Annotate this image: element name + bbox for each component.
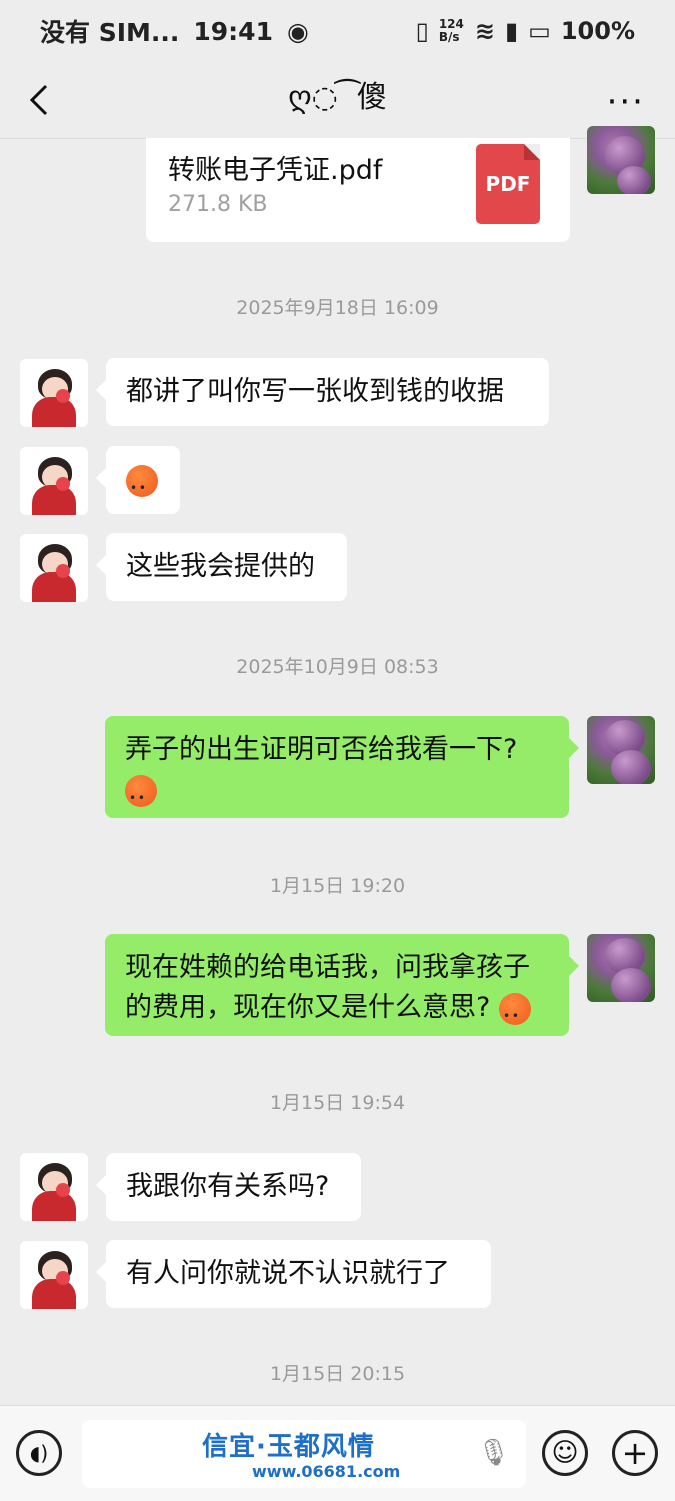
carrier-label: 没有 SIM... [40, 18, 180, 47]
microphone-icon[interactable]: 🎙 [477, 1438, 510, 1468]
incoming-message[interactable] [96, 446, 180, 514]
message-text: 弄子的出生证明可否给我看一下? [125, 734, 518, 765]
message-text: 这些我会提供的 [126, 551, 315, 582]
eye-icon: ◉ [286, 16, 309, 46]
message-timestamp: 2025年10月9日 08:53 [236, 656, 439, 678]
file-message-card[interactable]: 转账电子凭证.pdf 271.8 KB PDF [146, 138, 570, 242]
sweat-angry-emoji-icon [126, 464, 158, 508]
contact-avatar[interactable] [20, 1153, 88, 1221]
voice-input-icon[interactable]: ◖) [16, 1430, 62, 1476]
message-timestamp: 2025年9月18日 16:09 [236, 297, 439, 319]
my-avatar[interactable] [587, 934, 655, 1002]
chat-title: ღ◌ ͡ 傻 [288, 80, 387, 115]
status-bar: 没有 SIM... 19:41 ◉ ▯ 124 B/s ≋ ▮ ▭ 100% [0, 0, 675, 62]
incoming-message[interactable]: 有人问你就说不认识就行了 [96, 1240, 491, 1308]
my-avatar[interactable] [587, 126, 655, 194]
battery-icon: ▭ [528, 17, 551, 45]
sweat-angry-emoji-icon [498, 992, 531, 1036]
sweat-angry-emoji-icon [125, 774, 157, 818]
input-toolbar: ◖) 信宜·玉都风情 www.06681.com 🎙 ☺ + [0, 1405, 675, 1501]
clock: 19:41 [193, 16, 273, 46]
incoming-message[interactable]: 都讲了叫你写一张收到钱的收据 [96, 358, 549, 426]
contact-avatar[interactable] [20, 359, 88, 427]
battery-level: 100% [560, 17, 635, 45]
incoming-message[interactable]: 我跟你有关系吗? [96, 1153, 361, 1221]
alert-icon: ▮ [504, 17, 519, 45]
message-text: 现在姓赖的给电话我，问我拿孩子的费用，现在你又是什么意思? [125, 952, 530, 1023]
message-timestamp: 1月15日 19:54 [269, 1092, 406, 1114]
message-timestamp: 1月15日 20:15 [269, 1363, 406, 1385]
wifi-icon: ≋ [474, 17, 495, 45]
more-actions-plus-icon[interactable]: + [612, 1430, 658, 1476]
message-input[interactable]: 信宜·玉都风情 www.06681.com 🎙 [82, 1420, 526, 1488]
contact-avatar[interactable] [20, 1241, 88, 1309]
message-text: 我跟你有关系吗? [126, 1171, 330, 1202]
message-text: 都讲了叫你写一张收到钱的收据 [126, 376, 504, 407]
file-name: 转账电子凭证.pdf [168, 155, 383, 186]
more-options-icon[interactable]: ··· [607, 82, 645, 122]
message-text: 有人问你就说不认识就行了 [126, 1258, 450, 1289]
incoming-message[interactable]: 这些我会提供的 [96, 533, 347, 601]
contact-avatar[interactable] [20, 534, 88, 602]
vibrate-icon: ▯ [415, 17, 429, 45]
file-size: 271.8 KB [168, 192, 268, 217]
emoji-picker-icon[interactable]: ☺ [542, 1430, 588, 1476]
watermark-title: 信宜·玉都风情 [202, 1432, 375, 1462]
outgoing-message[interactable]: 现在姓赖的给电话我，问我拿孩子的费用，现在你又是什么意思? [105, 934, 579, 1036]
watermark-url: www.06681.com [252, 1462, 401, 1481]
outgoing-message[interactable]: 弄子的出生证明可否给我看一下? [105, 716, 579, 818]
my-avatar[interactable] [587, 716, 655, 784]
contact-avatar[interactable] [20, 447, 88, 515]
network-speed: 124 B/s [438, 17, 464, 44]
message-timestamp: 1月15日 19:20 [269, 875, 406, 897]
chat-header: ღ◌ ͡ 傻 ··· [0, 62, 675, 139]
pdf-file-icon: PDF [476, 144, 540, 224]
